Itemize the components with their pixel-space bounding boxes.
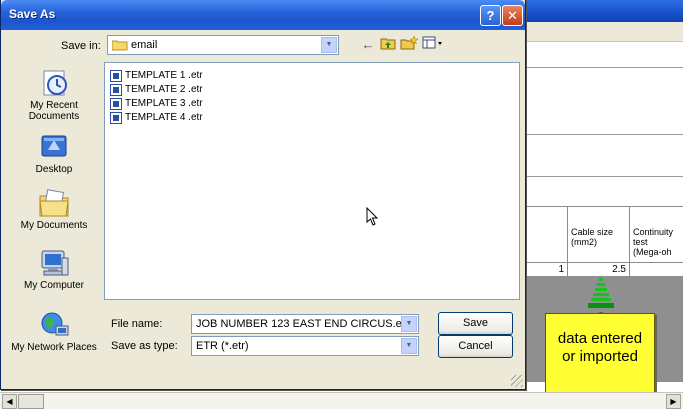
scroll-right-button[interactable]: ▶ <box>666 394 681 409</box>
place-label: Desktop <box>35 164 73 175</box>
callout-note: data entered or imported <box>545 313 655 393</box>
place-label: My Computer <box>23 280 84 291</box>
file-name: TEMPLATE 1 .etr <box>125 70 203 81</box>
scroll-thumb[interactable] <box>18 394 44 409</box>
place-label: My Documents <box>20 220 88 231</box>
dialog-titlebar[interactable]: Save As ? ✕ <box>1 0 525 30</box>
save-as-type-value: ETR (*.etr) <box>196 340 249 352</box>
header-label: Cable size (mm2) <box>571 227 614 247</box>
view-menu-icon[interactable] <box>421 36 445 54</box>
desktop-icon <box>38 132 70 162</box>
help-button[interactable]: ? <box>480 5 501 26</box>
dialog-title: Save As <box>9 7 56 21</box>
place-label: My Network Places <box>11 342 97 353</box>
file-list[interactable]: TEMPLATE 1 .etr TEMPLATE 2 .etr TEMPLATE… <box>104 62 520 300</box>
file-name: TEMPLATE 2 .etr <box>125 84 203 95</box>
callout-line: data entered <box>557 330 643 347</box>
save-in-dropdown[interactable]: email ▼ <box>107 35 339 55</box>
background-titlebar <box>520 0 683 22</box>
chevron-down-icon[interactable]: ▼ <box>401 338 417 354</box>
recent-documents-icon <box>38 68 70 98</box>
table-header-continuity: Continuity test (Mega-oh <box>630 207 683 263</box>
place-recent-documents[interactable]: My Recent Documents <box>9 68 99 122</box>
my-documents-icon <box>38 188 70 218</box>
file-name: TEMPLATE 3 .etr <box>125 98 203 109</box>
places-bar: My Recent Documents Desktop My Documents… <box>9 62 99 382</box>
file-name-value: JOB NUMBER 123 EAST END CIRCUS.etr <box>196 318 409 330</box>
table-cell[interactable]: 1 <box>520 263 568 277</box>
table-header-cell <box>520 207 568 263</box>
etr-file-icon <box>110 112 122 124</box>
place-my-network[interactable]: My Network Places <box>9 310 99 353</box>
chevron-down-icon[interactable]: ▼ <box>321 37 337 53</box>
file-name-label: File name: <box>111 318 163 330</box>
resize-grip-icon[interactable] <box>511 375 523 387</box>
table-cell[interactable] <box>630 263 683 277</box>
folder-icon <box>112 40 128 51</box>
place-desktop[interactable]: Desktop <box>9 132 99 175</box>
save-button[interactable]: Save <box>438 312 513 335</box>
callout-line: or imported <box>562 348 638 365</box>
results-table: Cable size (mm2) Continuity test (Mega-o… <box>520 206 683 277</box>
chevron-down-icon[interactable]: ▼ <box>401 316 417 332</box>
save-in-value: email <box>131 39 158 51</box>
horizontal-scrollbar[interactable]: ◀ ▶ <box>0 392 683 409</box>
background-panel <box>520 134 683 177</box>
file-name: TEMPLATE 4 .etr <box>125 112 203 123</box>
header-label: Continuity test (Mega-oh <box>633 227 674 257</box>
save-in-label: Save in: <box>61 40 101 52</box>
place-label: My Recent Documents <box>28 100 80 122</box>
file-name-field[interactable]: JOB NUMBER 123 EAST END CIRCUS.etr ▼ <box>191 314 419 334</box>
save-as-type-label: Save as type: <box>111 340 178 352</box>
etr-file-icon <box>110 70 122 82</box>
etr-file-icon <box>110 98 122 110</box>
back-arrow-icon[interactable]: ← <box>358 36 378 54</box>
cancel-button[interactable]: Cancel <box>438 335 513 358</box>
background-panel <box>520 42 683 68</box>
close-button[interactable]: ✕ <box>502 5 523 26</box>
place-my-computer[interactable]: My Computer <box>9 248 99 291</box>
up-folder-icon[interactable] <box>378 36 398 54</box>
background-toolbar <box>520 22 683 42</box>
new-folder-icon[interactable] <box>399 35 419 54</box>
my-computer-icon <box>38 248 70 278</box>
scroll-left-button[interactable]: ◀ <box>2 394 17 409</box>
table-cell[interactable]: 2.5 <box>568 263 630 277</box>
mouse-cursor-icon <box>366 207 379 226</box>
place-my-documents[interactable]: My Documents <box>9 188 99 231</box>
network-places-icon <box>38 310 70 340</box>
etr-file-icon <box>110 84 122 96</box>
save-as-dialog: Save As ? ✕ Save in: email ▼ ← My Recent… <box>0 0 526 390</box>
save-as-type-dropdown[interactable]: ETR (*.etr) ▼ <box>191 336 419 356</box>
table-header-cable-size: Cable size (mm2) <box>568 207 630 263</box>
